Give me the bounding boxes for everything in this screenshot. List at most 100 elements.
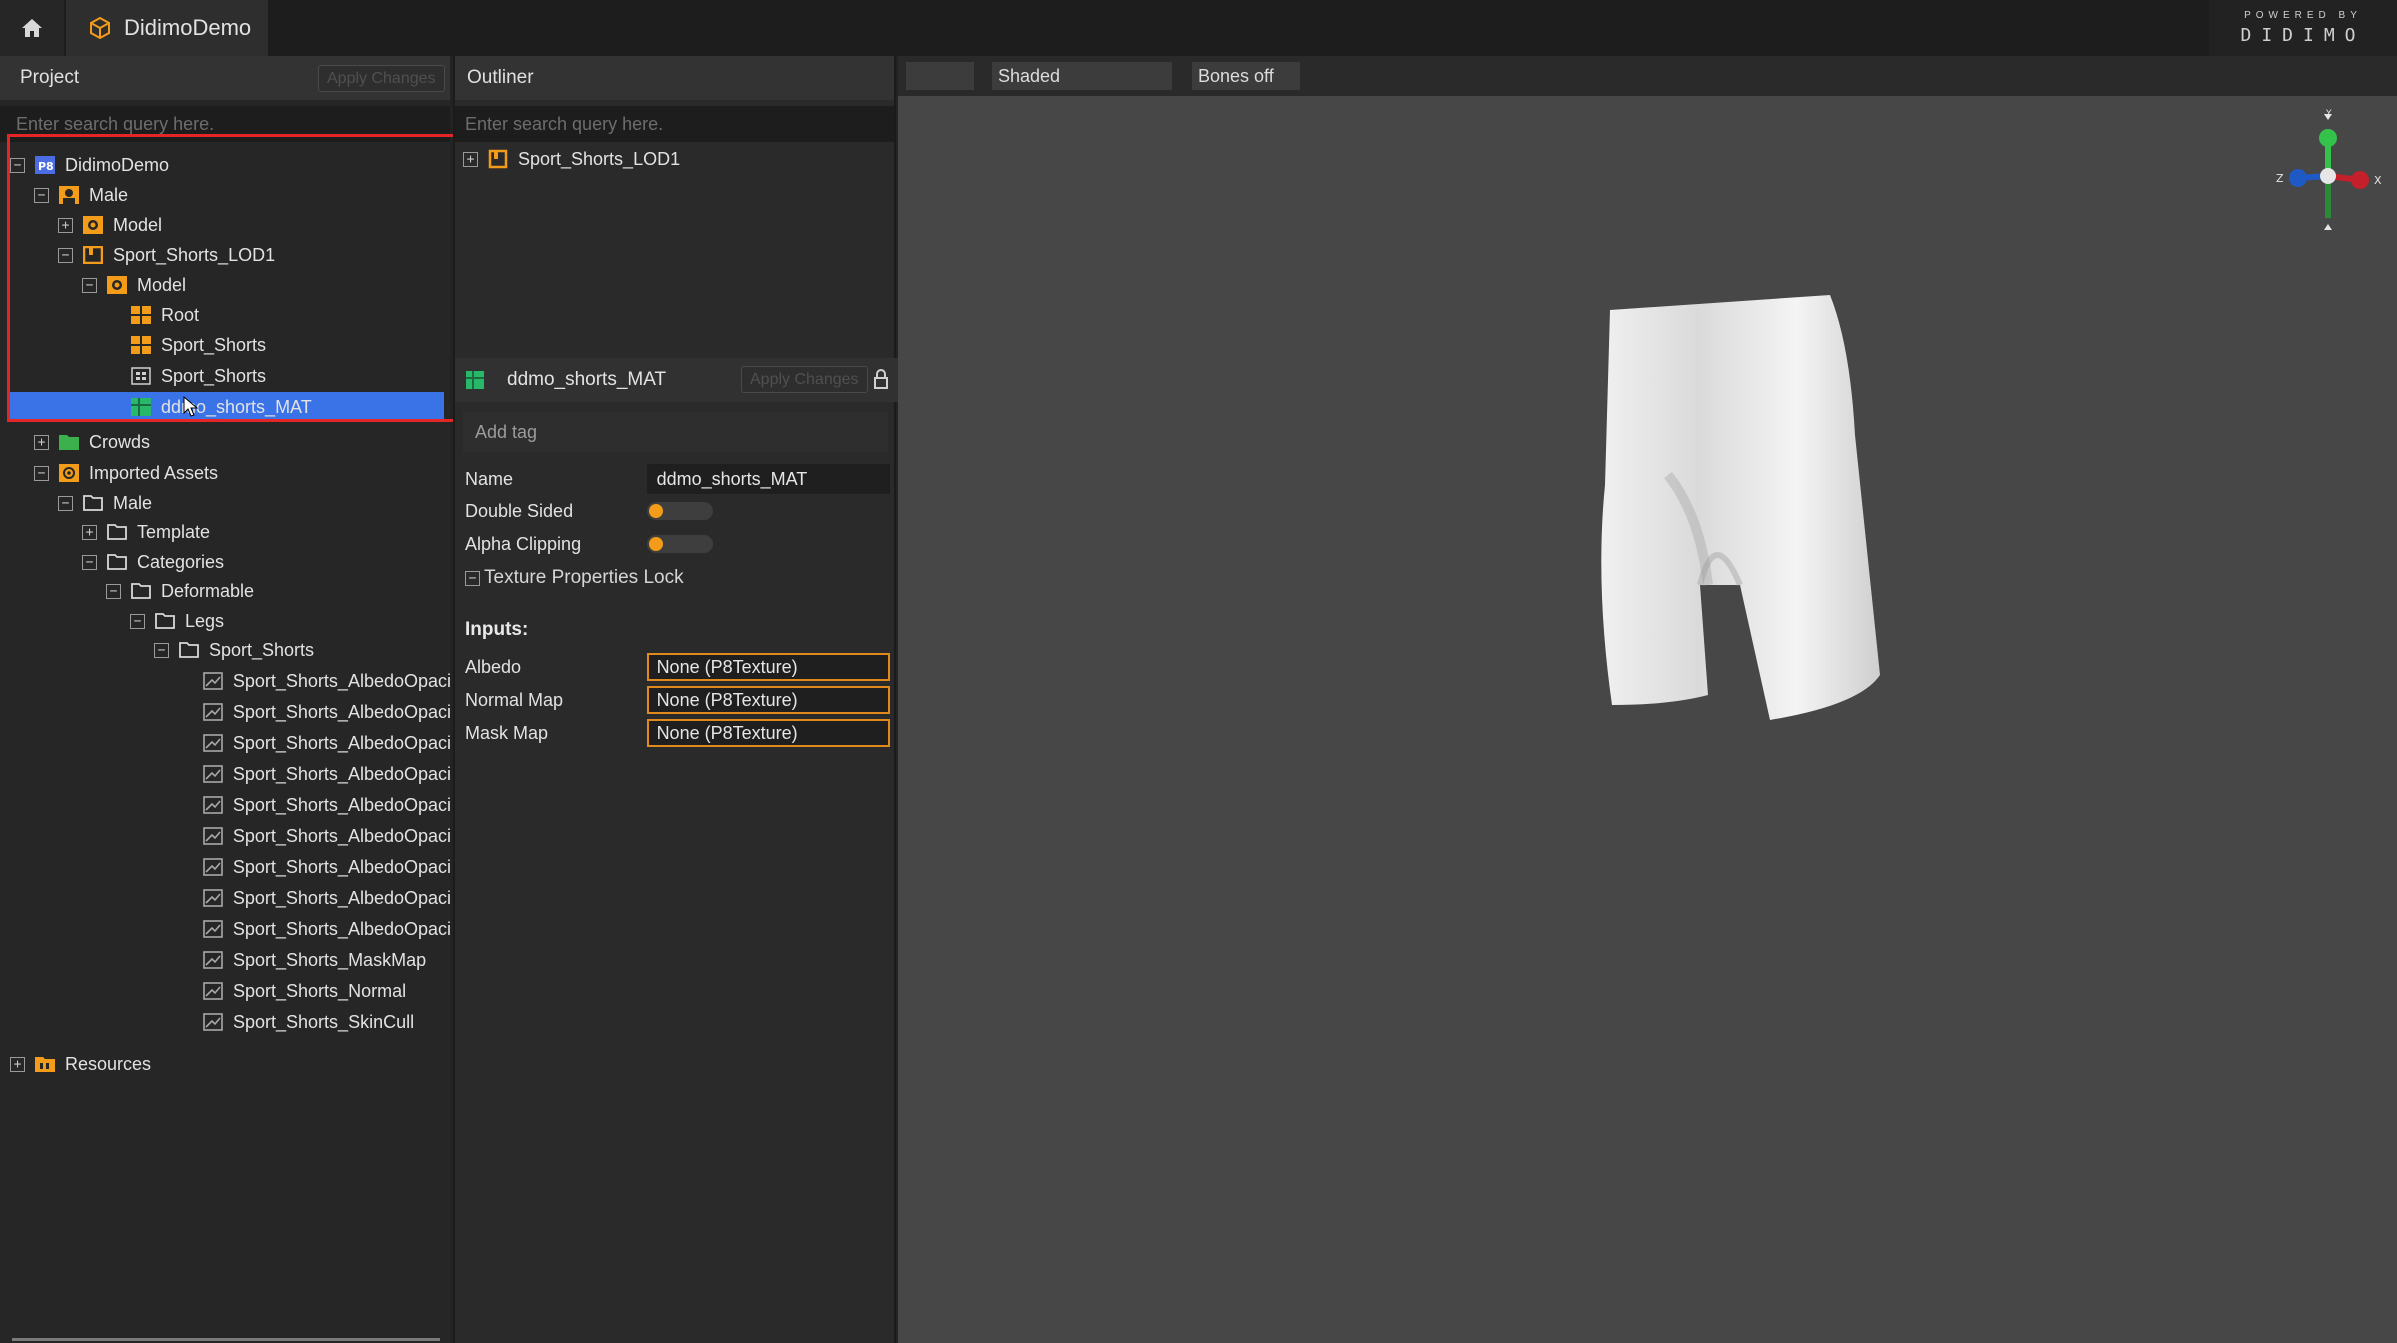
expander[interactable]: − <box>130 613 145 629</box>
bones-toggle[interactable]: Bones off <box>1192 62 1300 90</box>
mouse-cursor-icon <box>183 396 199 417</box>
sport-shorts-model[interactable] <box>1590 285 1890 725</box>
tree-item[interactable]: − Deformable <box>0 576 450 606</box>
expander[interactable]: + <box>34 434 49 450</box>
tree-item[interactable]: − Imported Assets <box>0 458 450 488</box>
tree-item[interactable]: Sport_Shorts_AlbedoOpaci <box>0 666 450 696</box>
tree-item-label: Sport_Shorts_AlbedoOpaci <box>232 701 450 722</box>
tree-item[interactable]: + Template <box>0 517 450 547</box>
tree-item[interactable]: − Model <box>0 270 450 300</box>
project-apply-button[interactable]: Apply Changes <box>318 65 445 92</box>
horizontal-scrollbar[interactable] <box>12 1338 440 1341</box>
orientation-gizmo[interactable]: Y X Z <box>2262 108 2382 238</box>
expander[interactable]: − <box>465 570 480 586</box>
tree-item-label: Sport_Shorts <box>161 334 267 355</box>
imported-icon <box>59 464 79 482</box>
tree-item-label: Imported Assets <box>89 462 219 483</box>
tree-item[interactable]: Root <box>0 300 450 330</box>
texture-icon <box>203 982 223 1000</box>
tree-item[interactable]: + Model <box>0 210 450 240</box>
tree-item[interactable]: Sport_Shorts_AlbedoOpaci <box>0 697 450 727</box>
outliner-inspector-panel: Outliner Enter search query here. + Spor… <box>453 56 898 1343</box>
tree-item[interactable]: − Legs <box>0 606 450 636</box>
material-icon <box>465 371 485 389</box>
tree-item[interactable]: Sport_Shorts <box>0 330 450 360</box>
albedo-texture-field[interactable]: None (P8Texture) <box>646 653 890 681</box>
app-tab[interactable]: DidimoDemo <box>66 0 268 56</box>
toggle-knob <box>649 504 663 518</box>
project-search-input[interactable]: Enter search query here. <box>0 106 450 142</box>
tree-item-label: Sport_Shorts_AlbedoOpaci <box>232 732 450 753</box>
outliner-search-input[interactable]: Enter search query here. <box>455 106 894 142</box>
expander[interactable]: − <box>82 554 97 570</box>
expander[interactable]: + <box>58 217 73 233</box>
lod-icon <box>83 246 103 264</box>
texture-lock-row[interactable]: − Texture Properties Lock <box>465 563 890 593</box>
normal-map-texture-field[interactable]: None (P8Texture) <box>646 686 890 714</box>
tree-item-label: Sport_Shorts_Normal <box>233 980 407 1001</box>
tree-item[interactable]: Sport_Shorts_AlbedoOpaci <box>0 852 450 882</box>
project-panel: Project Apply Changes Enter search query… <box>0 56 450 1343</box>
camera-dropdown[interactable] <box>906 62 974 90</box>
input-label: Albedo <box>465 656 522 677</box>
tree-item-label: Male <box>89 184 129 205</box>
folder-icon <box>107 553 127 571</box>
expander[interactable]: − <box>82 277 97 293</box>
tree-item[interactable]: − Male <box>0 488 450 518</box>
expander[interactable]: + <box>82 524 97 540</box>
mask-map-texture-field[interactable]: None (P8Texture) <box>646 719 890 747</box>
tree-item-label: Sport_Shorts_SkinCull <box>233 1011 415 1032</box>
tree-item[interactable]: + Resources <box>0 1049 450 1079</box>
tree-item[interactable]: − P8 DidimoDemo <box>0 150 450 180</box>
expander[interactable]: − <box>58 247 73 263</box>
name-field[interactable]: ddmo_shorts_MAT <box>646 464 890 494</box>
expander[interactable]: − <box>58 495 73 511</box>
grid-icon <box>131 336 151 354</box>
tree-item[interactable]: − Categories <box>0 547 450 577</box>
expander[interactable]: − <box>106 583 121 599</box>
texture-icon <box>203 734 223 752</box>
tree-item[interactable]: Sport_Shorts <box>0 361 450 391</box>
input-row: Albedo None (P8Texture) <box>465 652 890 682</box>
tree-item[interactable]: Sport_Shorts_Normal <box>0 976 450 1006</box>
alpha-clipping-toggle[interactable] <box>647 535 713 553</box>
tree-item[interactable]: Sport_Shorts_AlbedoOpaci <box>0 759 450 789</box>
tree-item-label: Crowds <box>89 431 151 452</box>
shading-dropdown[interactable]: Shaded <box>992 62 1172 90</box>
grid-icon <box>131 306 151 324</box>
double-sided-toggle[interactable] <box>647 502 713 520</box>
texture-icon <box>203 1013 223 1031</box>
expander[interactable]: + <box>463 151 478 167</box>
expander[interactable]: − <box>34 187 49 203</box>
outliner-item[interactable]: + Sport_Shorts_LOD1 <box>463 144 680 174</box>
inspector-apply-button[interactable]: Apply Changes <box>741 366 868 393</box>
tree-item[interactable]: − Sport_Shorts <box>0 635 450 665</box>
expander[interactable]: + <box>10 1056 25 1072</box>
project-header: Project Apply Changes <box>0 56 450 100</box>
axis-z-label: Z <box>2276 172 2284 185</box>
tree-item-label: Sport_Shorts_AlbedoOpaci <box>232 887 450 908</box>
texture-icon <box>203 920 223 938</box>
tree-item[interactable]: Sport_Shorts_AlbedoOpaci <box>0 790 450 820</box>
tree-item[interactable]: Sport_Shorts_AlbedoOpaci <box>0 883 450 913</box>
tree-item[interactable]: Sport_Shorts_MaskMap <box>0 945 450 975</box>
tree-item[interactable]: + Crowds <box>0 427 450 457</box>
tree-item[interactable]: Sport_Shorts_AlbedoOpaci <box>0 728 450 758</box>
home-button[interactable] <box>0 0 64 56</box>
tree-item[interactable]: − Sport_Shorts_LOD1 <box>0 240 450 270</box>
tree-item[interactable]: Sport_Shorts_SkinCull <box>0 1007 450 1037</box>
tree-item[interactable]: − Male <box>0 180 450 210</box>
tree-item-label: DidimoDemo <box>65 154 170 175</box>
expander[interactable]: − <box>34 465 49 481</box>
lod-icon <box>488 149 508 169</box>
add-tag-button[interactable]: Add tag <box>463 412 888 452</box>
tree-item[interactable]: Sport_Shorts_AlbedoOpaci <box>0 821 450 851</box>
folder-green-icon <box>59 433 79 451</box>
lock-icon[interactable] <box>873 368 889 396</box>
tree-item[interactable]: Sport_Shorts_AlbedoOpaci <box>0 914 450 944</box>
tree-item-label: Model <box>113 214 163 235</box>
expander[interactable]: − <box>10 157 25 173</box>
expander[interactable]: − <box>154 642 169 658</box>
tree-item-label: Sport_Shorts_AlbedoOpaci <box>232 670 450 691</box>
tree-item[interactable]: ddmo_shorts_MAT <box>10 392 444 422</box>
